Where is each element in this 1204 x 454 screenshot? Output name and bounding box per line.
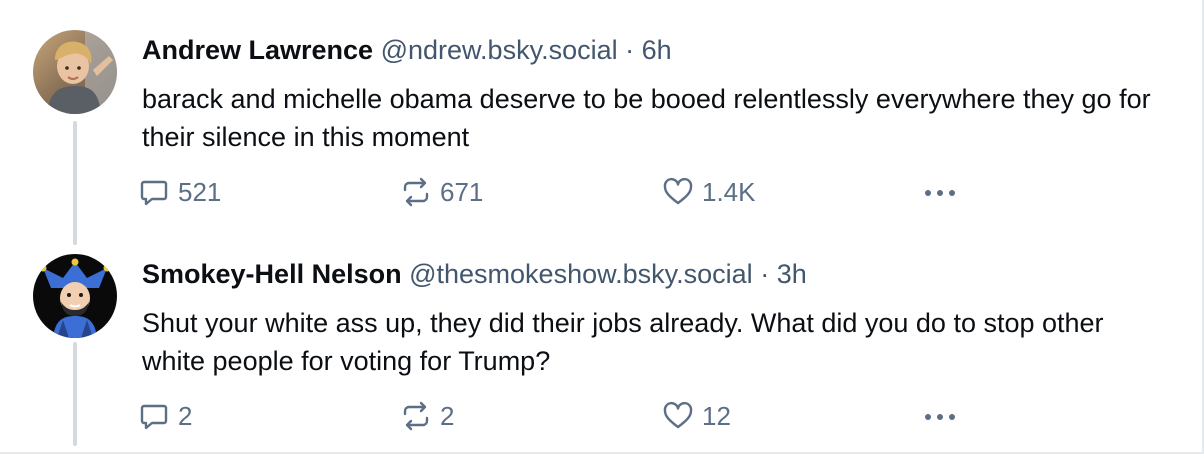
more-dots-icon xyxy=(925,414,955,420)
repost-icon xyxy=(403,401,429,431)
avatar[interactable] xyxy=(33,254,117,338)
reply-icon xyxy=(140,404,168,430)
post[interactable]: Smokey-Hell Nelson @thesmokeshow.bsky.so… xyxy=(0,226,1200,454)
repost-button[interactable]: 2 xyxy=(400,398,454,434)
heart-icon xyxy=(663,177,693,205)
thread-line xyxy=(73,342,77,446)
author-handle[interactable]: @ndrew.bsky.social xyxy=(381,35,618,65)
post-text: barack and michelle obama deserve to be … xyxy=(142,84,1151,152)
repost-button[interactable]: 671 xyxy=(400,174,483,210)
more-options-button[interactable] xyxy=(920,398,960,434)
like-count: 12 xyxy=(702,400,731,431)
author-handle[interactable]: @thesmokeshow.bsky.social xyxy=(409,259,753,289)
feed-frame: Andrew Lawrence @ndrew.bsky.social · 6h … xyxy=(0,0,1204,454)
reply-count: 521 xyxy=(178,176,222,207)
post-time[interactable]: 6h xyxy=(642,35,672,65)
separator-dot: · xyxy=(760,259,770,289)
author-name[interactable]: Smokey-Hell Nelson xyxy=(142,259,402,289)
post[interactable]: Andrew Lawrence @ndrew.bsky.social · 6h … xyxy=(0,0,1200,245)
post-actions: 521 671 1.4K xyxy=(138,174,978,210)
repost-count: 671 xyxy=(440,176,484,207)
reply-button[interactable]: 2 xyxy=(138,398,192,434)
reply-count: 2 xyxy=(178,400,193,431)
repost-count: 2 xyxy=(440,400,455,431)
more-options-button[interactable] xyxy=(920,174,960,210)
post-time[interactable]: 3h xyxy=(777,259,807,289)
jester-cartoon-avatar-icon xyxy=(33,254,117,338)
post-header: Andrew Lawrence @ndrew.bsky.social · 6h xyxy=(142,33,672,67)
separator-dot: · xyxy=(625,35,635,65)
repost-icon xyxy=(403,177,429,207)
heart-icon xyxy=(663,401,693,429)
more-dots-icon xyxy=(925,190,955,196)
post-actions: 2 2 12 xyxy=(138,398,978,434)
reply-icon xyxy=(140,180,168,206)
avatar[interactable] xyxy=(33,30,117,114)
post-text: Shut your white ass up, they did their j… xyxy=(142,308,1104,376)
child-photo-avatar-icon xyxy=(33,30,117,114)
like-button[interactable]: 12 xyxy=(662,398,731,434)
author-name[interactable]: Andrew Lawrence xyxy=(142,35,373,65)
reply-button[interactable]: 521 xyxy=(138,174,221,210)
post-header: Smokey-Hell Nelson @thesmokeshow.bsky.so… xyxy=(142,257,807,291)
like-button[interactable]: 1.4K xyxy=(662,174,756,210)
like-count: 1.4K xyxy=(702,176,756,207)
